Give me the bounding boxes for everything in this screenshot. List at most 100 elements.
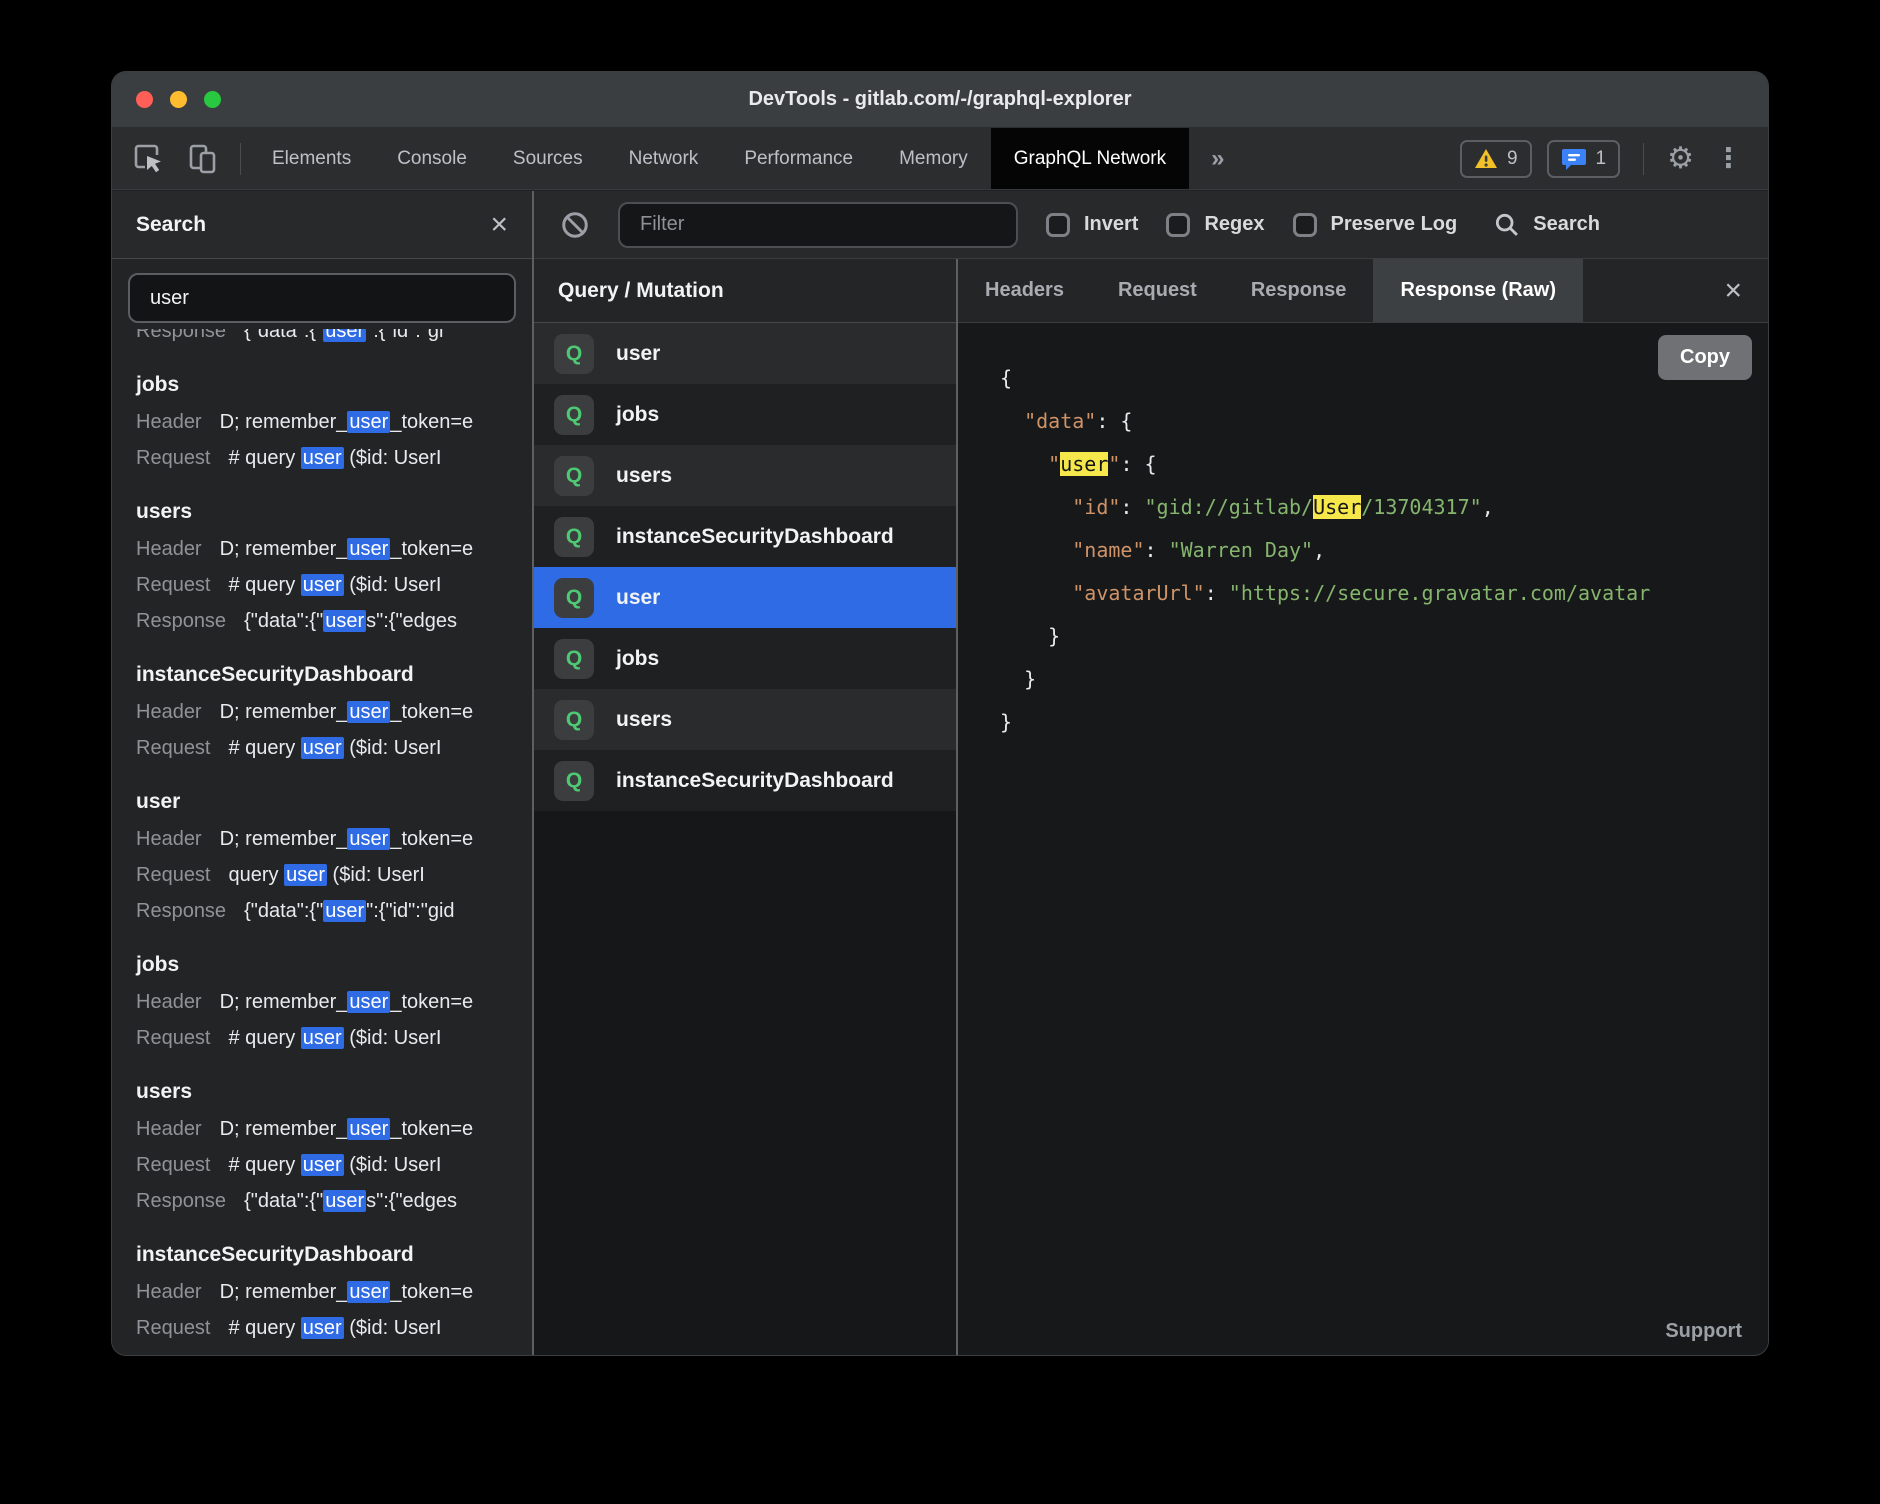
- issues-badge[interactable]: 1: [1547, 140, 1621, 178]
- toolbar-separator: [240, 143, 241, 175]
- raw-json-viewer: { "data": { "user": { "id": "gid://gitla…: [1000, 357, 1768, 744]
- search-result-line[interactable]: HeaderD; remember_user_token=e: [136, 531, 532, 567]
- search-toggle[interactable]: Search: [1493, 211, 1600, 239]
- preserve-log-checkbox-group[interactable]: Preserve Log: [1293, 213, 1458, 237]
- query-item-user[interactable]: Quser: [534, 567, 956, 628]
- search-result-line[interactable]: Request# query user ($id: UserI: [136, 1020, 532, 1056]
- devtools-tabbar: ElementsConsoleSourcesNetworkPerformance…: [112, 128, 1768, 190]
- filter-input[interactable]: [618, 202, 1018, 248]
- zoom-window-button[interactable]: [204, 91, 221, 108]
- json-line: }: [1000, 658, 1768, 701]
- detail-panel: HeadersRequestResponseResponse (Raw) × Co…: [958, 259, 1768, 1355]
- regex-label: Regex: [1204, 213, 1264, 236]
- panel-divider[interactable]: [532, 191, 534, 1355]
- query-item-label: jobs: [616, 403, 659, 427]
- clear-block-icon[interactable]: [560, 210, 590, 240]
- detail-tab-request[interactable]: Request: [1091, 259, 1224, 322]
- devtools-tab-graphql-network[interactable]: GraphQL Network: [991, 128, 1189, 189]
- query-type-icon: Q: [554, 700, 594, 740]
- search-result-line[interactable]: Request# query user ($id: UserI: [136, 1147, 532, 1183]
- query-item-label: jobs: [616, 647, 659, 671]
- query-item-label: user: [616, 586, 660, 610]
- preserve-log-checkbox[interactable]: [1293, 213, 1317, 237]
- more-tabs-icon[interactable]: »: [1189, 128, 1246, 189]
- search-result-line[interactable]: HeaderD; remember_user_token=e: [136, 404, 532, 440]
- search-result-line[interactable]: HeaderD; remember_user_token=e: [136, 1111, 532, 1147]
- search-result-line[interactable]: Request# query user ($id: UserI: [136, 440, 532, 476]
- search-result-group-title[interactable]: users: [136, 1073, 532, 1111]
- search-close-icon[interactable]: ×: [490, 210, 508, 240]
- query-type-icon: Q: [554, 334, 594, 374]
- window-title: DevTools - gitlab.com/-/graphql-explorer: [748, 88, 1131, 111]
- search-result-group-title[interactable]: jobs: [136, 946, 532, 984]
- search-result-line[interactable]: HeaderD; remember_user_token=e: [136, 694, 532, 730]
- query-type-icon: Q: [554, 395, 594, 435]
- copy-button[interactable]: Copy: [1658, 335, 1752, 380]
- query-type-icon: Q: [554, 578, 594, 618]
- search-panel: Search × Response{"data":{"user":{"id":"…: [112, 191, 532, 1355]
- devtools-tab-sources[interactable]: Sources: [490, 128, 606, 189]
- query-type-icon: Q: [554, 639, 594, 679]
- search-result-line[interactable]: Request# query user ($id: UserI: [136, 567, 532, 603]
- search-result-line[interactable]: Response{"data":{"user":{"id":"gid: [136, 893, 532, 929]
- search-results: Response{"data":{"user":{"id":"gijobsHea…: [112, 329, 532, 1355]
- invert-checkbox-group[interactable]: Invert: [1046, 213, 1138, 237]
- search-result-group-title[interactable]: users: [136, 493, 532, 531]
- message-icon: [1561, 147, 1587, 171]
- query-item-label: users: [616, 708, 672, 732]
- inspect-element-icon[interactable]: [132, 142, 166, 176]
- search-result-line[interactable]: Response{"data":{"users":{"edges: [136, 603, 532, 639]
- search-result-line[interactable]: HeaderD; remember_user_token=e: [136, 984, 532, 1020]
- json-line: "name": "Warren Day",: [1000, 529, 1768, 572]
- json-line: "data": {: [1000, 400, 1768, 443]
- json-line: "id": "gid://gitlab/User/13704317",: [1000, 486, 1768, 529]
- warnings-badge[interactable]: 9: [1460, 140, 1532, 178]
- devtools-tab-network[interactable]: Network: [606, 128, 722, 189]
- search-result-line[interactable]: HeaderD; remember_user_token=e: [136, 821, 532, 857]
- regex-checkbox-group[interactable]: Regex: [1166, 213, 1264, 237]
- query-item-users[interactable]: Qusers: [534, 689, 956, 750]
- detail-tab-response-raw[interactable]: Response (Raw): [1373, 259, 1583, 322]
- query-item-jobs[interactable]: Qjobs: [534, 384, 956, 445]
- search-result-group-title[interactable]: user: [136, 783, 532, 821]
- device-toolbar-icon[interactable]: [186, 142, 220, 176]
- devtools-tab-performance[interactable]: Performance: [721, 128, 876, 189]
- panel-divider[interactable]: [956, 259, 958, 1355]
- search-result-group-title[interactable]: jobs: [136, 366, 532, 404]
- search-panel-title: Search: [136, 213, 206, 237]
- query-item-users[interactable]: Qusers: [534, 445, 956, 506]
- search-input[interactable]: [128, 273, 516, 323]
- search-result-line[interactable]: Requestquery user ($id: UserI: [136, 857, 532, 893]
- search-result-line[interactable]: Request# query user ($id: UserI: [136, 1310, 532, 1346]
- detail-tab-headers[interactable]: Headers: [958, 259, 1091, 322]
- search-result-group-title[interactable]: instanceSecurityDashboard: [136, 656, 532, 694]
- minimize-window-button[interactable]: [170, 91, 187, 108]
- devtools-tab-elements[interactable]: Elements: [249, 128, 374, 189]
- kebab-menu-icon[interactable]: ⋮: [1709, 143, 1748, 174]
- issues-count: 1: [1596, 148, 1607, 170]
- invert-checkbox[interactable]: [1046, 213, 1070, 237]
- query-item-instancesecuritydashboard[interactable]: QinstanceSecurityDashboard: [534, 750, 956, 811]
- search-result-line[interactable]: Request# query user ($id: UserI: [136, 730, 532, 766]
- settings-gear-icon[interactable]: ⚙: [1667, 141, 1694, 176]
- search-result-line[interactable]: HeaderD; remember_user_token=e: [136, 1274, 532, 1310]
- query-item-user[interactable]: Quser: [534, 323, 956, 384]
- search-result-group-title[interactable]: instanceSecurityDashboard: [136, 1236, 532, 1274]
- query-type-icon: Q: [554, 761, 594, 801]
- query-item-jobs[interactable]: Qjobs: [534, 628, 956, 689]
- detail-close-icon[interactable]: ×: [1698, 259, 1768, 322]
- json-line: }: [1000, 615, 1768, 658]
- detail-tab-response[interactable]: Response: [1224, 259, 1374, 322]
- query-item-label: user: [616, 342, 660, 366]
- network-filter-bar: Invert Regex Preserve Log Search: [534, 191, 1768, 259]
- regex-checkbox[interactable]: [1166, 213, 1190, 237]
- devtools-tab-memory[interactable]: Memory: [876, 128, 991, 189]
- query-item-instancesecuritydashboard[interactable]: QinstanceSecurityDashboard: [534, 506, 956, 567]
- query-item-label: instanceSecurityDashboard: [616, 769, 894, 793]
- search-result-line[interactable]: Response{"data":{"user":{"id":"gi: [136, 329, 532, 349]
- devtools-tab-console[interactable]: Console: [374, 128, 490, 189]
- toolbar-separator: [1643, 143, 1644, 175]
- close-window-button[interactable]: [136, 91, 153, 108]
- support-link[interactable]: Support: [1665, 1320, 1742, 1343]
- search-result-line[interactable]: Response{"data":{"users":{"edges: [136, 1183, 532, 1219]
